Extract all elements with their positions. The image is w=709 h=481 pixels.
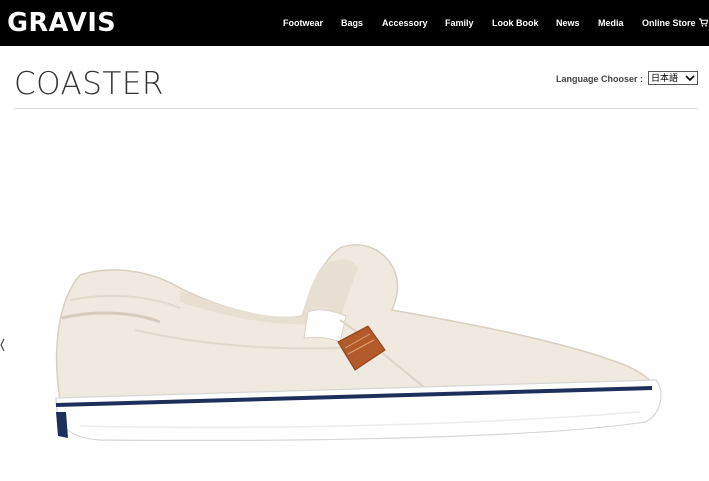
nav-item-footwear[interactable]: Footwear	[283, 17, 323, 29]
slip-on-shoe-image	[55, 244, 662, 442]
page-title: COASTER	[14, 66, 164, 102]
title-divider	[14, 108, 698, 109]
nav-item-media[interactable]: Media	[598, 17, 624, 29]
nav-item-look-book[interactable]: Look Book	[492, 17, 539, 29]
language-select[interactable]: 日本語	[648, 71, 698, 85]
nav-item-family[interactable]: Family	[445, 17, 474, 29]
language-selected-value: 日本語	[651, 73, 679, 83]
online-store-label: Online Store	[642, 18, 696, 28]
language-chooser-label: Language Chooser :	[556, 74, 644, 84]
carousel-prev-icon[interactable]	[0, 338, 5, 352]
nav-item-news[interactable]: News	[556, 17, 580, 29]
nav-item-online-store[interactable]: Online Store	[642, 17, 708, 29]
cart-icon	[698, 18, 708, 27]
chevron-down-icon	[685, 75, 695, 82]
main-nav: Footwear Bags Accessory Family Look Book…	[0, 17, 709, 31]
nav-item-accessory[interactable]: Accessory	[382, 17, 428, 29]
nav-item-bags[interactable]: Bags	[341, 17, 363, 29]
top-navigation-bar: GRAVIS Footwear Bags Accessory Family Lo…	[0, 0, 709, 46]
